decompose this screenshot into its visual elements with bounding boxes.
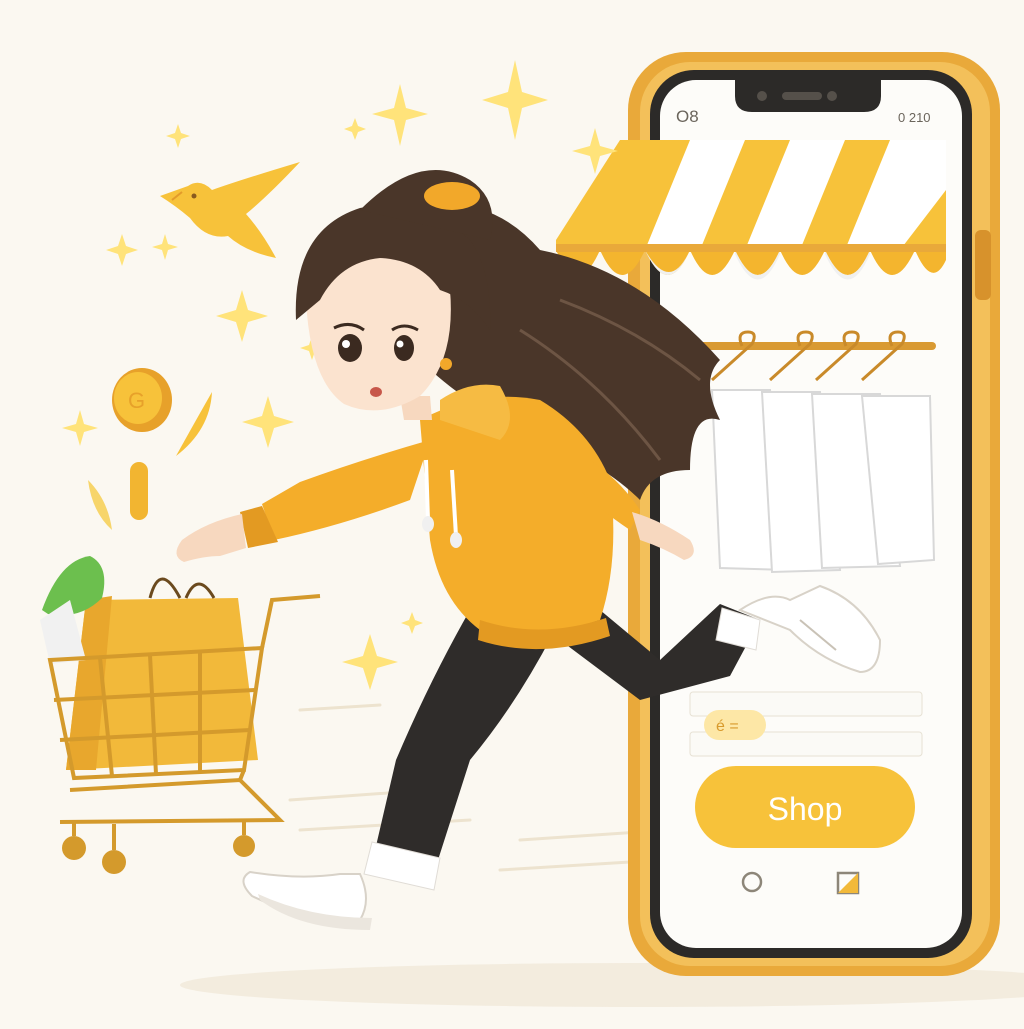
sparkle-icon	[372, 84, 428, 146]
sparkle-icon	[166, 124, 190, 148]
hanging-garments	[710, 389, 936, 574]
shop-button-label: Shop	[768, 791, 843, 827]
sparkle-icon	[342, 634, 398, 690]
status-left-text: O8	[676, 107, 699, 126]
sparkle-icon	[401, 612, 423, 634]
sparkle-icon	[106, 234, 138, 266]
coin-icon	[130, 462, 148, 520]
svg-text:G: G	[128, 388, 145, 413]
coin-icon: G	[112, 368, 172, 432]
shop-awning	[556, 140, 946, 280]
sparkle-icon	[482, 60, 548, 140]
shop-button[interactable]: Shop	[695, 766, 915, 848]
shopping-cart-icon	[40, 556, 321, 874]
illustration: O8 0 210 é = Shop G	[0, 0, 1024, 1024]
phone-field-tag-label: é =	[716, 718, 739, 735]
sparkle-icon	[152, 234, 178, 260]
bird-icon	[160, 162, 300, 258]
sparkle-icon	[62, 410, 98, 446]
confetti-leaf	[88, 480, 112, 530]
status-right-text: 0 210	[898, 110, 931, 125]
sparkle-icon	[242, 396, 294, 448]
sparkle-icon	[344, 118, 366, 140]
confetti-leaf	[176, 392, 212, 456]
scene-svg: O8 0 210 é = Shop G	[40, 52, 1024, 1007]
sparkle-icon	[216, 290, 268, 342]
